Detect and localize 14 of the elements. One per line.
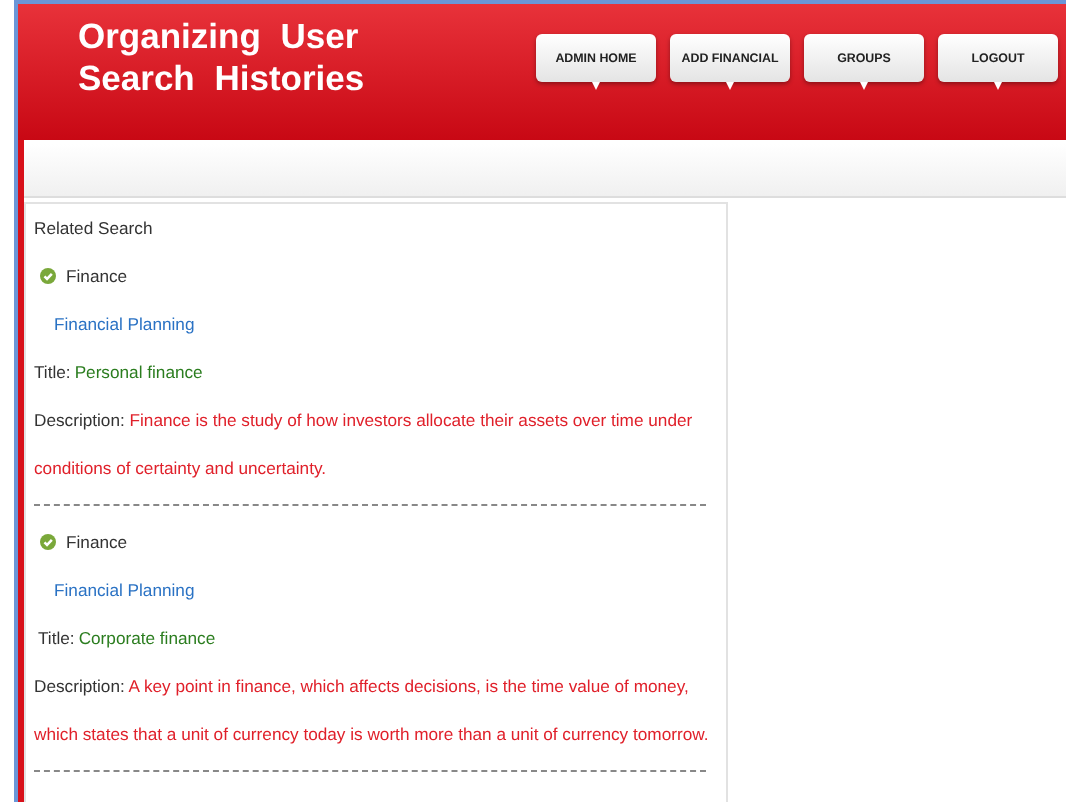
title-value: Personal finance [74,362,203,382]
title-value: Corporate finance [78,628,216,648]
site-title: Organizing User Search Histories [78,16,367,100]
section-heading: Related Search [34,218,153,238]
title-label: Title: [34,362,71,382]
description-text: Description: Finance is the study of how investors allocate their assets over time under conditions of certainty and uncertainty. [34,408,695,482]
title-label: Title: [38,628,75,648]
result-link[interactable]: Financial Planning [54,314,195,334]
category-label: Finance [66,532,128,552]
check-icon [40,534,56,550]
description-text: Description: A key point in finance, which affects decisions, is the time value of money, which states that a unit of currency today is worth more than a unit of currency tomorrow. [34,674,711,748]
result-link[interactable]: Financial Planning [54,580,195,600]
category-label: Finance [66,266,128,286]
check-icon [40,268,56,284]
